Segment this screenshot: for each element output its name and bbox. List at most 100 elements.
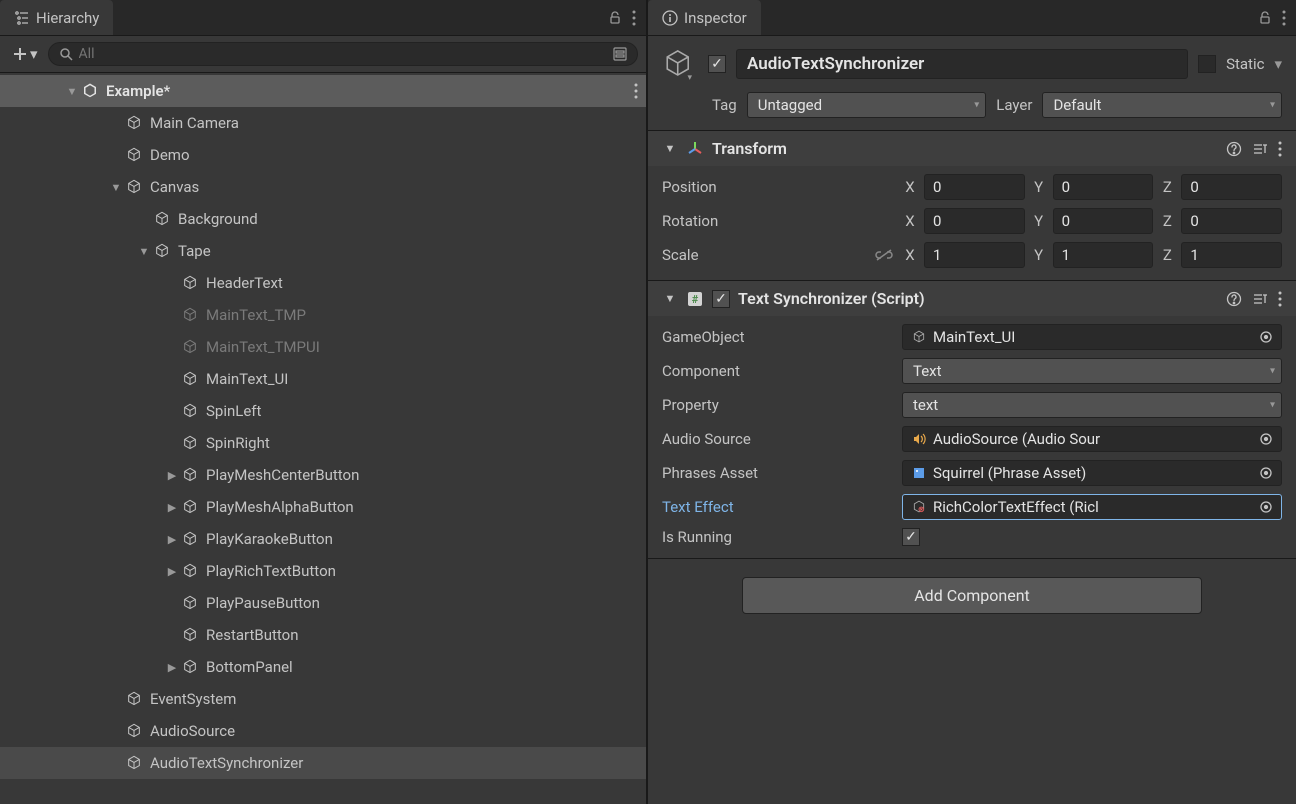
component-label: Component	[662, 362, 894, 380]
hierarchy-item[interactable]: AudioTextSynchronizer	[0, 747, 646, 779]
y-label: Y	[1031, 212, 1047, 230]
expand-toggle[interactable]: ▼	[662, 142, 678, 155]
hierarchy-item[interactable]: Background	[0, 203, 646, 235]
hierarchy-item[interactable]: SpinRight	[0, 427, 646, 459]
hierarchy-item[interactable]: ▶PlayMeshCenterButton	[0, 459, 646, 491]
hierarchy-item[interactable]: ▶PlayKaraokeButton	[0, 523, 646, 555]
expand-toggle[interactable]: ▼	[662, 292, 678, 305]
gameobject-icon	[180, 337, 200, 357]
hierarchy-item[interactable]: MainText_TMP	[0, 299, 646, 331]
property-dropdown[interactable]: text	[902, 392, 1282, 418]
hierarchy-item-label: SpinRight	[206, 434, 270, 452]
constrain-proportions-icon[interactable]	[874, 248, 894, 262]
audio-source-label: Audio Source	[662, 430, 894, 448]
rotation-y-field[interactable]: 0	[1053, 208, 1154, 234]
hierarchy-item[interactable]: RestartButton	[0, 619, 646, 651]
scale-y-field[interactable]: 1	[1053, 242, 1154, 268]
preset-icon[interactable]	[1252, 291, 1268, 307]
expand-toggle[interactable]: ▼	[136, 245, 152, 258]
hierarchy-tab[interactable]: Hierarchy	[0, 0, 113, 35]
speaker-icon	[911, 431, 927, 447]
lock-icon[interactable]	[608, 11, 622, 25]
object-picker-icon[interactable]	[1257, 464, 1275, 482]
hierarchy-search[interactable]	[48, 42, 638, 66]
unity-scene-icon	[80, 81, 100, 101]
hierarchy-icon	[14, 10, 30, 26]
object-picker-icon[interactable]	[1257, 430, 1275, 448]
hierarchy-item[interactable]: HeaderText	[0, 267, 646, 299]
inspector-header: ▾ ✓ AudioTextSynchronizer Static ▾ Tag U…	[648, 36, 1296, 131]
tag-label: Tag	[712, 96, 737, 114]
object-picker-icon[interactable]	[1257, 498, 1275, 516]
expand-toggle[interactable]: ▶	[164, 501, 180, 514]
hierarchy-item[interactable]: MainText_TMPUI	[0, 331, 646, 363]
tag-dropdown[interactable]: Untagged	[747, 92, 987, 118]
preset-icon[interactable]	[1252, 141, 1268, 157]
scale-x-field[interactable]: 1	[924, 242, 1025, 268]
z-label: Z	[1159, 212, 1175, 230]
hierarchy-item[interactable]: EventSystem	[0, 683, 646, 715]
hierarchy-item[interactable]: PlayPauseButton	[0, 587, 646, 619]
position-y-field[interactable]: 0	[1053, 174, 1154, 200]
hierarchy-item-label: PlayRichTextButton	[206, 562, 336, 580]
position-z-field[interactable]: 0	[1181, 174, 1282, 200]
gameobject-icon	[180, 305, 200, 325]
asset-icon	[911, 465, 927, 481]
search-input[interactable]	[79, 46, 607, 62]
gameobject-field[interactable]: MainText_UI	[902, 324, 1282, 350]
static-checkbox[interactable]	[1198, 55, 1216, 73]
kebab-menu-icon[interactable]	[632, 10, 636, 26]
rotation-x-field[interactable]: 0	[924, 208, 1025, 234]
create-button[interactable]: ▾	[8, 43, 42, 65]
add-component-button[interactable]: Add Component	[742, 577, 1202, 614]
kebab-menu-icon[interactable]	[1278, 291, 1282, 307]
transform-header[interactable]: ▼ Transform	[648, 131, 1296, 166]
search-type-icon[interactable]	[613, 47, 627, 61]
hierarchy-item[interactable]: Main Camera	[0, 107, 646, 139]
expand-toggle[interactable]: ▶	[164, 661, 180, 674]
help-icon[interactable]	[1226, 141, 1242, 157]
script-enabled-checkbox[interactable]: ✓	[712, 290, 730, 308]
static-dropdown-caret-icon[interactable]: ▾	[1274, 55, 1282, 73]
help-icon[interactable]	[1226, 291, 1242, 307]
hierarchy-item[interactable]: ▼Canvas	[0, 171, 646, 203]
expand-toggle[interactable]: ▼	[64, 85, 80, 98]
component-dropdown[interactable]: Text	[902, 358, 1282, 384]
hierarchy-item[interactable]: ▶ PlayRichTextButton	[0, 555, 646, 587]
kebab-menu-icon[interactable]	[1278, 141, 1282, 157]
hierarchy-item[interactable]: Demo	[0, 139, 646, 171]
hierarchy-item[interactable]: SpinLeft	[0, 395, 646, 427]
expand-toggle[interactable]: ▶	[164, 533, 180, 546]
object-name-field[interactable]: AudioTextSynchronizer	[736, 49, 1188, 79]
hierarchy-item[interactable]: ▼Tape	[0, 235, 646, 267]
is-running-checkbox[interactable]: ✓	[902, 528, 920, 546]
hierarchy-item[interactable]: ▶ PlayMeshAlphaButton	[0, 491, 646, 523]
x-label: X	[902, 246, 918, 264]
scene-row[interactable]: ▼ Example*	[0, 75, 646, 107]
scale-z-field[interactable]: 1	[1181, 242, 1282, 268]
inspector-tab[interactable]: Inspector	[648, 0, 761, 35]
object-picker-icon[interactable]	[1257, 328, 1275, 346]
layer-dropdown[interactable]: Default	[1042, 92, 1282, 118]
object-icon[interactable]: ▾	[662, 46, 698, 82]
hierarchy-item[interactable]: ▶BottomPanel	[0, 651, 646, 683]
text-effect-field[interactable]: RichColorTextEffect (Ricl	[902, 494, 1282, 520]
script-component: ▼ # ✓ Text Synchronizer (Script) GameObj…	[648, 281, 1296, 559]
enabled-checkbox[interactable]: ✓	[708, 55, 726, 73]
hierarchy-item[interactable]: MainText_UI	[0, 363, 646, 395]
hierarchy-item-label: PlayMeshAlphaButton	[206, 498, 354, 516]
lock-icon[interactable]	[1258, 11, 1272, 25]
rotation-z-field[interactable]: 0	[1181, 208, 1282, 234]
position-x-field[interactable]: 0	[924, 174, 1025, 200]
phrases-asset-field[interactable]: Squirrel (Phrase Asset)	[902, 460, 1282, 486]
script-header[interactable]: ▼ # ✓ Text Synchronizer (Script)	[648, 281, 1296, 316]
hierarchy-item[interactable]: AudioSource	[0, 715, 646, 747]
expand-toggle[interactable]: ▶	[164, 469, 180, 482]
audio-source-field[interactable]: AudioSource (Audio Sour	[902, 426, 1282, 452]
y-label: Y	[1031, 246, 1047, 264]
expand-toggle[interactable]: ▼	[108, 181, 124, 194]
expand-toggle[interactable]: ▶	[164, 565, 180, 578]
kebab-menu-icon[interactable]	[1282, 10, 1286, 26]
scene-menu-icon[interactable]	[634, 83, 638, 99]
gameobject-label: GameObject	[662, 328, 894, 346]
